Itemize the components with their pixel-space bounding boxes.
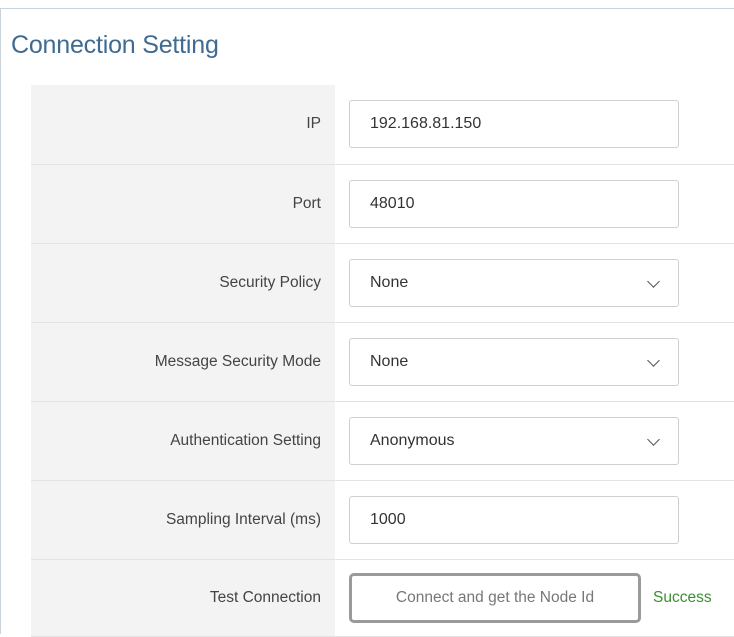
- port-row: Port: [31, 164, 734, 244]
- security-policy-value: None: [370, 273, 409, 291]
- test-connection-field-cell: Connect and get the Node Id Success: [335, 559, 734, 637]
- authentication-setting-label: Authentication Setting: [31, 401, 335, 481]
- ip-input[interactable]: [349, 100, 679, 149]
- authentication-setting-field-cell: Anonymous: [335, 401, 734, 481]
- test-connection-row: Test Connection Connect and get the Node…: [31, 559, 734, 637]
- connection-setting-panel: Connection Setting IP Port Security Poli…: [0, 8, 734, 637]
- security-policy-row: Security Policy None: [31, 243, 734, 323]
- message-security-mode-select[interactable]: None: [349, 337, 679, 386]
- message-security-mode-field-cell: None: [335, 322, 734, 402]
- authentication-setting-select[interactable]: Anonymous: [349, 416, 679, 465]
- security-policy-select[interactable]: None: [349, 258, 679, 307]
- ip-row: IP: [31, 85, 734, 165]
- sampling-interval-field-cell: [335, 480, 734, 560]
- panel-title: Connection Setting: [11, 31, 219, 59]
- security-policy-field-cell: None: [335, 243, 734, 323]
- test-connection-label: Test Connection: [31, 559, 335, 637]
- sampling-interval-label: Sampling Interval (ms): [31, 480, 335, 560]
- message-security-mode-row: Message Security Mode None: [31, 322, 734, 402]
- connection-form: IP Port Security Policy None Message Sec…: [31, 85, 734, 637]
- message-security-mode-label: Message Security Mode: [31, 322, 335, 402]
- authentication-setting-row: Authentication Setting Anonymous: [31, 401, 734, 481]
- connect-get-node-id-button[interactable]: Connect and get the Node Id: [349, 572, 641, 623]
- port-label: Port: [31, 164, 335, 244]
- sampling-interval-input[interactable]: [349, 495, 679, 544]
- port-input[interactable]: [349, 179, 679, 228]
- ip-label: IP: [31, 85, 335, 165]
- ip-field-cell: [335, 85, 734, 165]
- authentication-setting-value: Anonymous: [370, 431, 455, 449]
- connection-status-text: Success: [653, 588, 712, 606]
- port-field-cell: [335, 164, 734, 244]
- message-security-mode-value: None: [370, 352, 409, 370]
- sampling-interval-row: Sampling Interval (ms): [31, 480, 734, 560]
- test-connection-controls: Connect and get the Node Id Success: [349, 572, 734, 623]
- security-policy-label: Security Policy: [31, 243, 335, 323]
